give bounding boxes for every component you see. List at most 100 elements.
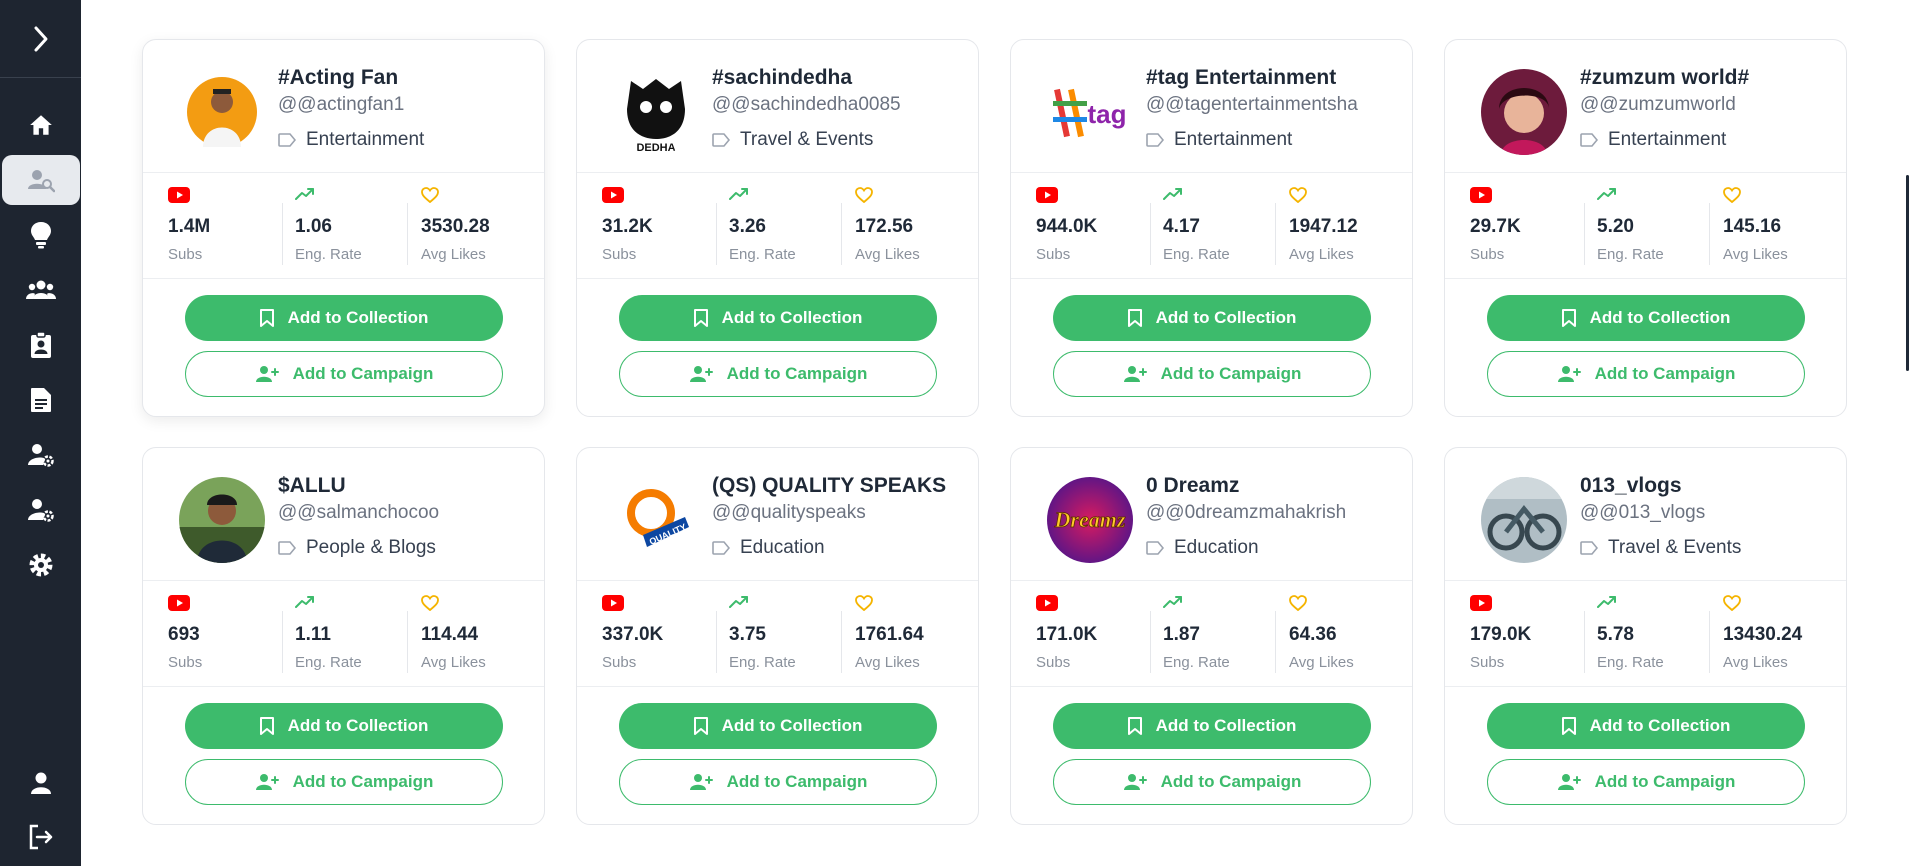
tag-icon xyxy=(1580,541,1598,555)
add-to-collection-button[interactable]: Add to Collection xyxy=(1487,295,1805,341)
influencer-handle: @@qualityspeaks xyxy=(712,502,866,523)
add-to-campaign-button[interactable]: Add to Campaign xyxy=(185,759,503,805)
trending-up-icon xyxy=(729,188,748,200)
sidebar-item-home[interactable] xyxy=(2,100,80,150)
stat-divider xyxy=(841,203,842,265)
add-to-collection-button[interactable]: Add to Collection xyxy=(1053,295,1371,341)
card-header: #Acting Fan @@actingfan1 Entertainment xyxy=(143,40,544,173)
eng-rate-value: 4.17 xyxy=(1163,216,1200,237)
influencer-card[interactable]: QUALITY (QS) QUALITY SPEAKS @@qualityspe… xyxy=(576,447,979,825)
tag-icon xyxy=(1146,133,1164,147)
heart-icon xyxy=(855,595,873,612)
category-label: Travel & Events xyxy=(1608,537,1742,558)
sidebar-item-campaigns[interactable] xyxy=(2,320,80,370)
add-to-campaign-button[interactable]: Add to Campaign xyxy=(619,351,937,397)
avatar xyxy=(179,477,265,563)
user-settings-icon xyxy=(28,499,54,522)
bookmark-icon xyxy=(1127,309,1142,327)
add-to-collection-button[interactable]: Add to Collection xyxy=(619,295,937,341)
avatar xyxy=(179,69,265,155)
avg-likes-value: 1947.12 xyxy=(1289,216,1358,237)
sidebar-item-reports[interactable] xyxy=(2,375,80,425)
tag-icon xyxy=(1580,133,1598,147)
influencer-card[interactable]: $ALLU @@salmanchocoo People & Blogs 693 … xyxy=(142,447,545,825)
eng-rate-value: 1.06 xyxy=(295,216,332,237)
subs-label: Subs xyxy=(1036,246,1071,263)
sidebar-toggle-button[interactable] xyxy=(0,0,81,78)
trending-up-icon xyxy=(1163,596,1182,608)
add-to-campaign-button[interactable]: Add to Campaign xyxy=(1053,759,1371,805)
influencer-card[interactable]: #Acting Fan @@actingfan1 Entertainment 1… xyxy=(142,39,545,417)
influencer-name[interactable]: #tag Entertainment xyxy=(1146,66,1401,90)
add-to-campaign-button[interactable]: Add to Campaign xyxy=(619,759,937,805)
stat-divider xyxy=(407,203,408,265)
subs-value: 31.2K xyxy=(602,216,653,237)
avg-likes-value: 172.56 xyxy=(855,216,914,237)
stat-divider xyxy=(282,203,283,265)
add-to-campaign-label: Add to Campaign xyxy=(1160,364,1302,383)
home-icon xyxy=(30,115,52,135)
avatar: tag xyxy=(1047,69,1133,155)
influencer-card[interactable]: 013_vlogs @@013_vlogs Travel & Events 17… xyxy=(1444,447,1847,825)
sidebar-item-logout[interactable] xyxy=(2,812,80,862)
add-to-campaign-button[interactable]: Add to Campaign xyxy=(185,351,503,397)
add-to-collection-button[interactable]: Add to Collection xyxy=(185,295,503,341)
subs-value: 29.7K xyxy=(1470,216,1521,237)
stats-row: 337.0K Subs 3.75 Eng. Rate 1761.64 Avg L… xyxy=(577,581,978,687)
subs-label: Subs xyxy=(1470,654,1505,671)
stat-divider xyxy=(1150,203,1151,265)
influencer-handle: @@sachindedha0085 xyxy=(712,94,901,115)
avg-likes-label: Avg Likes xyxy=(1723,654,1788,671)
stats-row: 171.0K Subs 1.87 Eng. Rate 64.36 Avg Lik… xyxy=(1011,581,1412,687)
stat-divider xyxy=(1150,611,1151,673)
category-badge: Education xyxy=(1146,537,1259,559)
sidebar-item-discover[interactable] xyxy=(2,155,80,205)
stat-divider xyxy=(841,611,842,673)
influencer-card[interactable]: tag #tag Entertainment @@tagentertainmen… xyxy=(1010,39,1413,417)
influencer-name[interactable]: 013_vlogs xyxy=(1580,474,1835,498)
eng-rate-value: 5.20 xyxy=(1597,216,1634,237)
subs-label: Subs xyxy=(168,654,203,671)
add-to-collection-button[interactable]: Add to Collection xyxy=(1487,703,1805,749)
svg-text:Dreamz: Dreamz xyxy=(1054,507,1126,532)
add-to-collection-button[interactable]: Add to Collection xyxy=(1053,703,1371,749)
add-to-campaign-button[interactable]: Add to Campaign xyxy=(1053,351,1371,397)
avg-likes-label: Avg Likes xyxy=(421,246,486,263)
add-to-campaign-label: Add to Campaign xyxy=(292,772,434,791)
influencer-card[interactable]: DEDHA #sachindedha @@sachindedha0085 Tra… xyxy=(576,39,979,417)
trending-up-icon xyxy=(729,596,748,608)
influencer-name[interactable]: #zumzum world# xyxy=(1580,66,1835,90)
bookmark-icon xyxy=(693,717,708,735)
add-to-campaign-button[interactable]: Add to Campaign xyxy=(1487,759,1805,805)
add-to-campaign-label: Add to Campaign xyxy=(726,772,868,791)
sidebar-item-settings[interactable] xyxy=(2,540,80,590)
document-icon xyxy=(31,388,51,412)
influencer-card[interactable]: Dreamz 0 Dreamz @@0dreamzmahakrish Educa… xyxy=(1010,447,1413,825)
avg-likes-value: 1761.64 xyxy=(855,624,924,645)
influencer-name[interactable]: $ALLU xyxy=(278,474,533,498)
sidebar-item-profile[interactable] xyxy=(2,758,80,808)
subs-value: 179.0K xyxy=(1470,624,1532,645)
add-to-campaign-button[interactable]: Add to Campaign xyxy=(1487,351,1805,397)
influencer-name[interactable]: (QS) QUALITY SPEAKS xyxy=(712,474,967,498)
trending-up-icon xyxy=(1597,188,1616,200)
stat-divider xyxy=(282,611,283,673)
sidebar-item-influencers[interactable] xyxy=(2,265,80,315)
sidebar-item-team-settings[interactable] xyxy=(2,485,80,535)
influencer-card[interactable]: #zumzum world# @@zumzumworld Entertainme… xyxy=(1444,39,1847,417)
heart-icon xyxy=(1289,595,1307,612)
eng-rate-label: Eng. Rate xyxy=(1163,654,1230,671)
add-to-collection-button[interactable]: Add to Collection xyxy=(185,703,503,749)
add-to-collection-button[interactable]: Add to Collection xyxy=(619,703,937,749)
influencer-name[interactable]: 0 Dreamz xyxy=(1146,474,1401,498)
eng-rate-label: Eng. Rate xyxy=(1163,246,1230,263)
bookmark-icon xyxy=(1561,309,1576,327)
sidebar-item-user-settings[interactable] xyxy=(2,430,80,480)
influencer-name[interactable]: #Acting Fan xyxy=(278,66,533,90)
influencer-name[interactable]: #sachindedha xyxy=(712,66,967,90)
eng-rate-value: 5.78 xyxy=(1597,624,1634,645)
avg-likes-value: 145.16 xyxy=(1723,216,1782,237)
avg-likes-label: Avg Likes xyxy=(855,246,920,263)
sidebar-item-ideas[interactable] xyxy=(2,210,80,260)
category-badge: Entertainment xyxy=(1580,129,1726,151)
